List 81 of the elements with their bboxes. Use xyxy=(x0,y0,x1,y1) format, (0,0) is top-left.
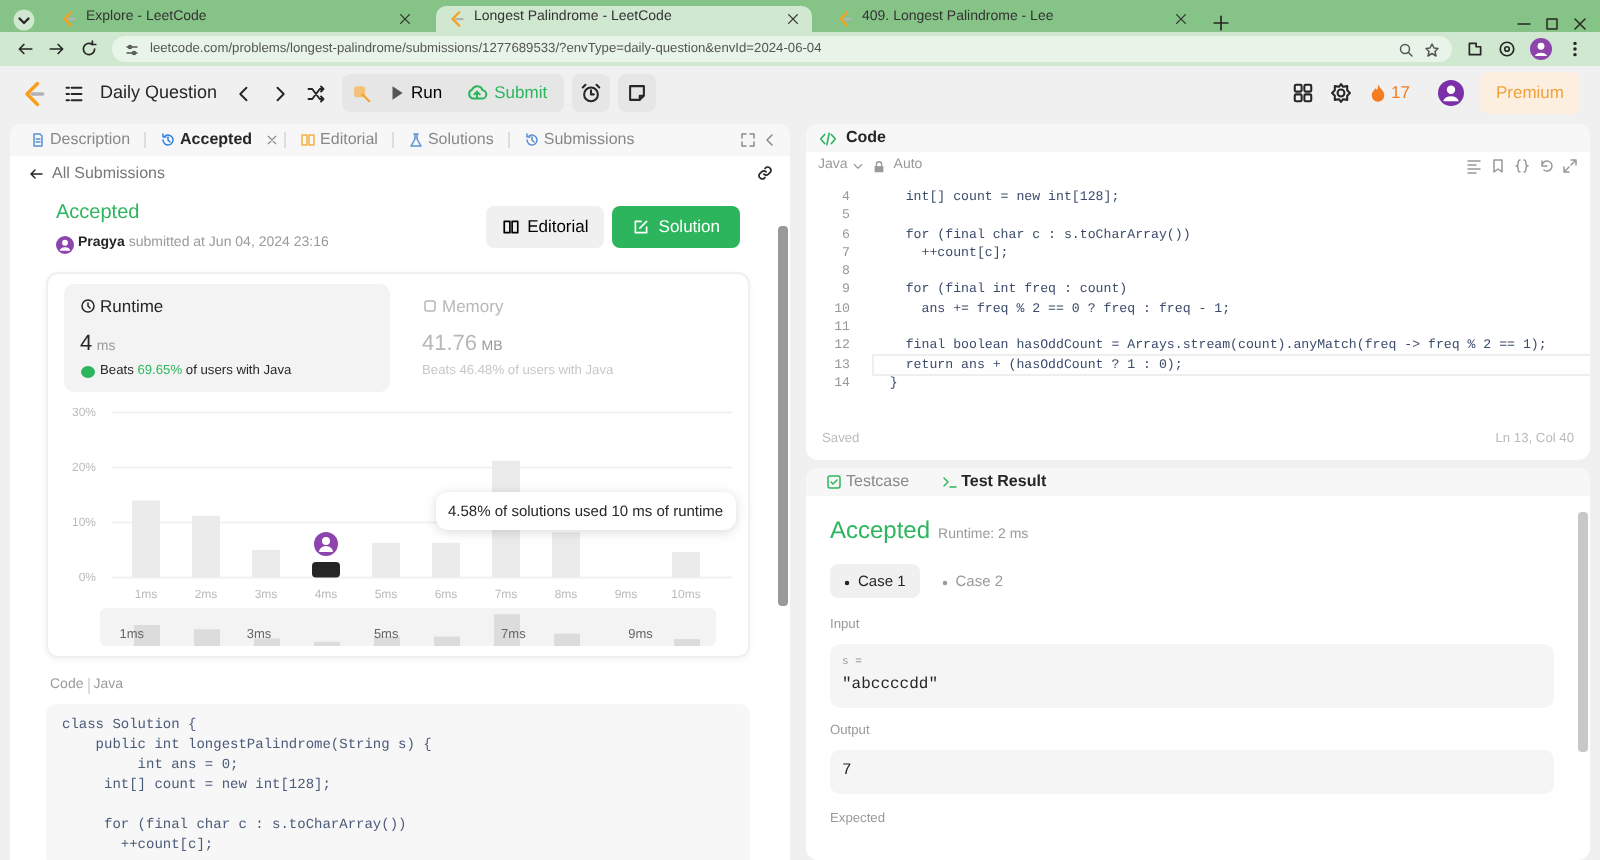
tab-icon xyxy=(300,132,317,148)
maximize-icon[interactable] xyxy=(1544,16,1560,32)
back-icon[interactable] xyxy=(16,40,34,58)
pane-title: Code xyxy=(846,126,886,150)
panel-tab[interactable]: Editorial xyxy=(292,128,386,152)
alarm-clock-icon xyxy=(579,82,602,104)
leetcode-logo-icon xyxy=(448,10,466,28)
close-icon[interactable] xyxy=(1572,16,1588,32)
reload-icon[interactable] xyxy=(80,40,98,58)
beats-icon xyxy=(80,364,96,379)
user-marker-icon xyxy=(314,531,338,556)
stat-title: Memory xyxy=(442,293,504,319)
submission-status: Accepted xyxy=(56,200,142,228)
panel-tab[interactable]: Submissions xyxy=(515,128,643,152)
book-icon xyxy=(501,217,520,236)
stat-value: 41.76 xyxy=(422,332,478,357)
output-value: 7 xyxy=(830,750,1554,795)
extensions-icon[interactable] xyxy=(1466,40,1484,58)
histogram-bar[interactable] xyxy=(312,561,340,577)
user-avatar[interactable] xyxy=(1437,80,1464,106)
expand-icon[interactable] xyxy=(1562,158,1578,174)
editorial-button[interactable]: Editorial xyxy=(485,205,605,248)
stat-title: Runtime xyxy=(100,293,164,319)
bookmark-star-icon[interactable] xyxy=(1424,41,1440,57)
panel-tab[interactable]: Solutions xyxy=(399,128,502,152)
author-avatar xyxy=(56,235,74,254)
tab-icon xyxy=(407,132,424,148)
panel-tab[interactable]: Test Result xyxy=(933,470,1055,494)
leetcode-logo-icon xyxy=(836,10,854,28)
new-tab-icon[interactable] xyxy=(1212,14,1230,32)
tab-icon xyxy=(160,132,177,148)
problem-list-icon[interactable] xyxy=(64,83,84,103)
chevron-down-icon xyxy=(851,160,864,172)
layout-grid-icon[interactable] xyxy=(1291,82,1314,104)
dot-icon xyxy=(844,579,850,586)
chip-icon xyxy=(422,297,438,314)
panel-tab[interactable]: Testcase xyxy=(818,470,918,494)
leetcode-logo-icon xyxy=(60,10,78,28)
bookmark-icon[interactable] xyxy=(1490,158,1506,174)
cloud-upload-icon xyxy=(466,82,489,104)
tab-list-icon[interactable] xyxy=(12,8,36,32)
edit-icon xyxy=(632,217,651,236)
tab-icon xyxy=(826,474,842,490)
dot-icon xyxy=(941,579,948,586)
tab-icon xyxy=(30,132,46,148)
collapse-icon[interactable] xyxy=(762,132,778,148)
zoom-icon[interactable] xyxy=(1398,41,1414,57)
code-icon xyxy=(818,129,838,147)
play-icon xyxy=(387,84,406,102)
settings-icon[interactable] xyxy=(1329,82,1352,104)
back-arrow-icon[interactable] xyxy=(28,165,44,181)
close-icon[interactable] xyxy=(1174,12,1188,26)
undo-icon[interactable] xyxy=(1538,158,1554,174)
shuffle-icon[interactable] xyxy=(305,83,326,103)
result-status: Accepted xyxy=(830,514,931,548)
stat-value: 4 xyxy=(80,332,93,357)
panel-tab[interactable]: Accepted xyxy=(152,128,261,152)
site-info-icon[interactable] xyxy=(124,41,140,57)
close-icon[interactable] xyxy=(398,12,412,26)
note-icon xyxy=(625,82,648,104)
forward-icon[interactable] xyxy=(48,40,66,58)
clock-icon xyxy=(80,297,96,314)
all-submissions-link[interactable]: All Submissions xyxy=(52,161,165,185)
link-icon[interactable] xyxy=(756,164,774,182)
solution-button[interactable]: Solution xyxy=(612,205,740,248)
close-icon[interactable] xyxy=(786,12,800,26)
tab-icon xyxy=(941,474,958,490)
input-value: "abccccdd" xyxy=(842,674,941,699)
braces-icon[interactable] xyxy=(1514,158,1530,174)
streak-count: 17 xyxy=(1391,80,1410,106)
daily-question-link[interactable]: Daily Question xyxy=(100,79,218,107)
run-button[interactable]: Run xyxy=(379,76,451,110)
profile-avatar[interactable] xyxy=(1530,38,1552,60)
timer-button[interactable] xyxy=(571,74,610,112)
tab-search-icon[interactable] xyxy=(1498,40,1516,58)
scrollbar-thumb[interactable] xyxy=(1578,512,1588,752)
panel-tab[interactable]: Description xyxy=(22,128,139,152)
tab-icon xyxy=(523,132,540,148)
notes-button[interactable] xyxy=(617,74,656,112)
scrollbar-thumb[interactable] xyxy=(778,226,788,606)
lock-icon xyxy=(871,159,886,173)
